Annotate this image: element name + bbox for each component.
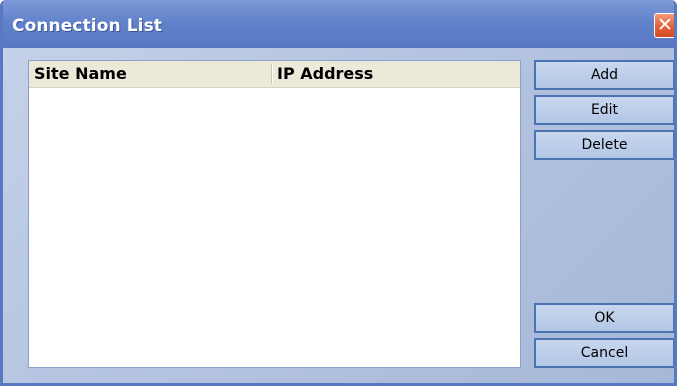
close-icon: ✕ — [657, 14, 673, 36]
ok-button[interactable]: OK — [534, 303, 674, 333]
title-bar[interactable]: Connection List ✕ — [3, 0, 674, 48]
connection-list-dialog: Connection List ✕ Site Name IP Address A… — [0, 0, 677, 386]
column-divider[interactable] — [271, 64, 273, 84]
list-body[interactable] — [29, 88, 520, 367]
list-header: Site Name IP Address — [29, 61, 520, 88]
dialog-body: Site Name IP Address Add Edit Delete OK … — [3, 48, 674, 383]
connection-list[interactable]: Site Name IP Address — [28, 60, 521, 368]
column-header-site-name[interactable]: Site Name — [34, 61, 127, 87]
column-header-ip-address[interactable]: IP Address — [277, 61, 373, 87]
add-button[interactable]: Add — [534, 60, 674, 90]
close-button[interactable]: ✕ — [654, 13, 674, 38]
window-title: Connection List — [12, 16, 163, 36]
edit-button[interactable]: Edit — [534, 95, 674, 125]
delete-button[interactable]: Delete — [534, 130, 674, 160]
cancel-button[interactable]: Cancel — [534, 338, 674, 368]
